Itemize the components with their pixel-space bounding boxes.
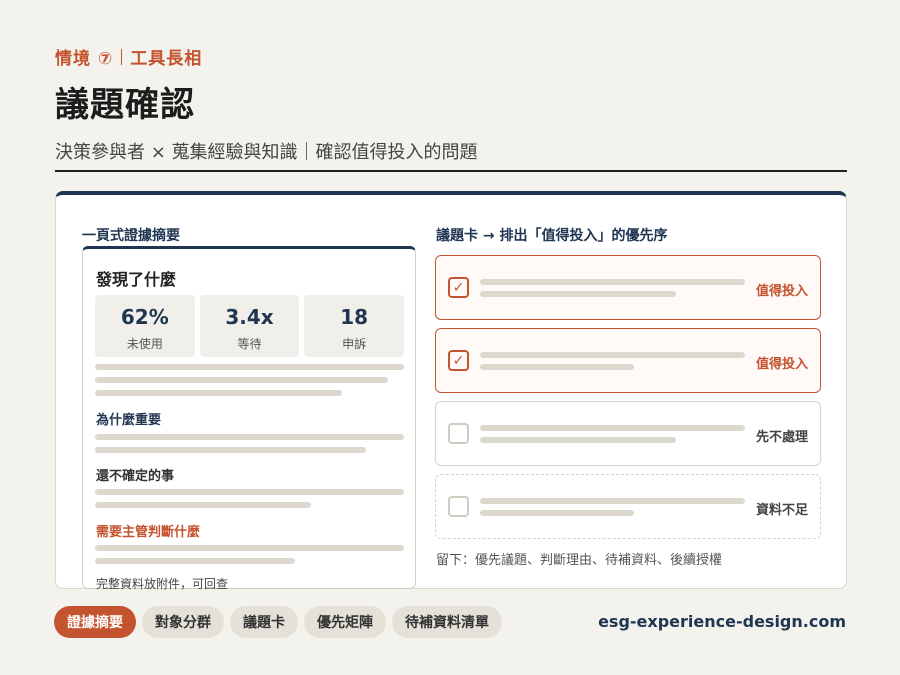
priority-tag: 先不處理: [755, 430, 808, 445]
placeholder-line: [95, 489, 404, 495]
evidence-summary-title: 一頁式證據摘要: [82, 228, 180, 244]
issue-card[interactable]: ✓ 值得投入: [435, 328, 821, 393]
stat-value: 18: [340, 305, 369, 329]
page-header: 情境 ⑦ 工具長相 議題確認 決策參與者 × 蒐集經驗與知識｜確認值得投入的問題: [55, 44, 847, 172]
placeholder-line: [95, 447, 366, 453]
placeholder-line: [480, 364, 634, 370]
stat-value: 62%: [120, 305, 169, 329]
header-divider: [55, 170, 847, 172]
page-subtitle: 決策參與者 × 蒐集經驗與知識｜確認值得投入的問題: [55, 142, 478, 163]
scenario-kicker: 情境 ⑦ 工具長相: [55, 44, 847, 69]
stat-card: 3.4x 等待: [199, 295, 300, 357]
attachment-note: 完整資料放附件，可回查: [96, 577, 229, 591]
placeholder-line: [95, 377, 388, 383]
placeholder-line: [480, 291, 676, 297]
kicker-divider: [121, 48, 123, 65]
stats-row: 62% 未使用 3.4x 等待 18 申訴: [95, 295, 405, 357]
stat-card: 18 申訴: [304, 295, 405, 357]
findings-heading: 發現了什麼: [96, 270, 177, 289]
keep-note: 留下：優先議題、判斷理由、待補資料、後續授權: [436, 553, 723, 568]
tab-audience-segments[interactable]: 對象分群: [142, 606, 224, 638]
issue-card[interactable]: 資料不足: [435, 474, 821, 539]
check-icon: ✓: [452, 279, 465, 296]
evidence-summary-panel: 發現了什麼 62% 未使用 3.4x 等待 18 申訴 為什麼重要 還不確定的事…: [82, 246, 416, 591]
stat-value: 3.4x: [225, 305, 274, 329]
tool-label: 工具長相: [130, 49, 203, 69]
issue-card[interactable]: 先不處理: [435, 401, 821, 466]
uncertain-heading: 還不確定的事: [96, 469, 175, 484]
placeholder-line: [480, 510, 634, 516]
placeholder-line: [95, 434, 404, 440]
stat-label: 未使用: [126, 337, 163, 351]
stat-label: 申訴: [342, 337, 367, 351]
placeholder-line: [480, 352, 745, 358]
placeholder-line: [95, 545, 404, 551]
placeholder-line: [480, 437, 676, 443]
priority-tag: 資料不足: [755, 503, 808, 518]
priority-tag: 值得投入: [755, 284, 808, 299]
page-title: 議題確認: [55, 85, 195, 125]
tool-tabs: 證據摘要 對象分群 議題卡 優先矩陣 待補資料清單: [54, 606, 502, 638]
placeholder-line: [480, 279, 745, 285]
check-icon: ✓: [452, 352, 465, 369]
why-matters-heading: 為什麼重要: [96, 413, 162, 428]
placeholder-line: [480, 425, 745, 431]
tab-missing-data-list[interactable]: 待補資料清單: [392, 606, 502, 638]
tab-issue-cards[interactable]: 議題卡: [230, 606, 298, 638]
issue-cards-title: 議題卡 → 排出「值得投入」的優先序: [436, 228, 668, 244]
priority-tag: 值得投入: [755, 357, 808, 372]
decision-needed-heading: 需要主管判斷什麼: [96, 525, 201, 540]
placeholder-line: [95, 390, 342, 396]
scenario-label: 情境 ⑦: [55, 49, 114, 69]
tool-card: 一頁式證據摘要 發現了什麼 62% 未使用 3.4x 等待 18 申訴 為什麼重…: [55, 191, 847, 591]
site-url[interactable]: esg-experience-design.com: [598, 612, 846, 631]
placeholder-line: [95, 502, 311, 508]
issue-card[interactable]: ✓ 值得投入: [435, 255, 821, 320]
placeholder-line: [95, 364, 404, 370]
placeholder-line: [480, 498, 745, 504]
checkbox-unchecked[interactable]: [448, 423, 469, 444]
checkbox-checked[interactable]: ✓: [448, 277, 469, 298]
tab-evidence-summary[interactable]: 證據摘要: [54, 606, 136, 638]
placeholder-line: [95, 558, 295, 564]
stat-card: 62% 未使用: [95, 295, 195, 357]
checkbox-checked[interactable]: ✓: [448, 350, 469, 371]
stat-label: 等待: [237, 337, 262, 351]
checkbox-unchecked[interactable]: [448, 496, 469, 517]
tab-priority-matrix[interactable]: 優先矩陣: [304, 606, 386, 638]
